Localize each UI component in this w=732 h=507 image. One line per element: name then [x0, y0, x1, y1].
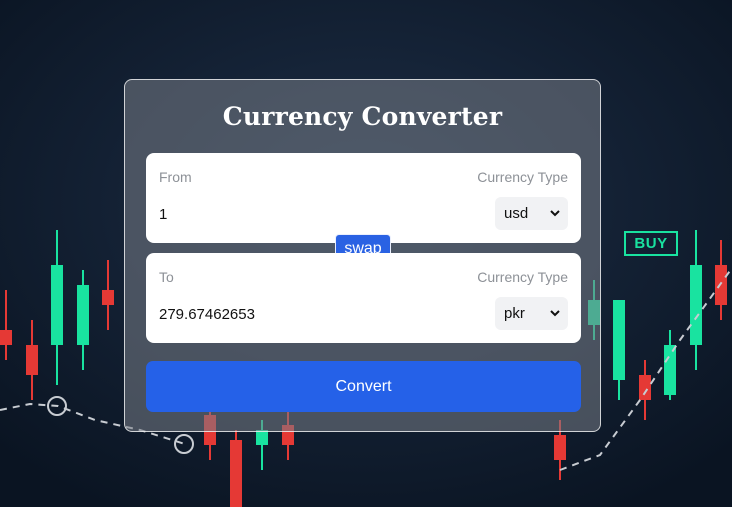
background-candle-body [230, 440, 242, 507]
page-title: Currency Converter [222, 102, 503, 131]
background-candle-body [639, 375, 651, 400]
converter-card: Currency Converter From Currency Type us… [124, 79, 601, 432]
from-amount-input[interactable] [159, 203, 459, 225]
background-candle-body [715, 265, 727, 305]
from-label: From [159, 169, 192, 185]
convert-button[interactable]: Convert [146, 361, 581, 412]
to-amount-output[interactable] [159, 303, 459, 325]
to-panel: To Currency Type pkr [146, 253, 581, 343]
to-label: To [159, 269, 174, 285]
from-currency-value: usd [504, 205, 529, 222]
buy-badge: BUY [624, 231, 678, 256]
chevron-down-icon [550, 310, 560, 317]
background-candle-body [664, 345, 676, 395]
background-candle-body [26, 345, 38, 375]
background-candle-body [102, 290, 114, 305]
background-candle-body [51, 265, 63, 345]
to-currency-select[interactable]: pkr [495, 297, 568, 330]
background-candle-body [613, 300, 625, 380]
to-currency-type-label: Currency Type [477, 269, 568, 285]
from-panel: From Currency Type usd [146, 153, 581, 243]
background-candle-body [0, 330, 12, 345]
background-candle-body [77, 285, 89, 345]
from-currency-select[interactable]: usd [495, 197, 568, 230]
to-currency-value: pkr [504, 305, 525, 322]
background-candle-body [554, 435, 566, 460]
background-candle-body [256, 430, 268, 445]
from-currency-type-label: Currency Type [477, 169, 568, 185]
background-candle-body [690, 265, 702, 345]
chevron-down-icon [550, 210, 560, 217]
